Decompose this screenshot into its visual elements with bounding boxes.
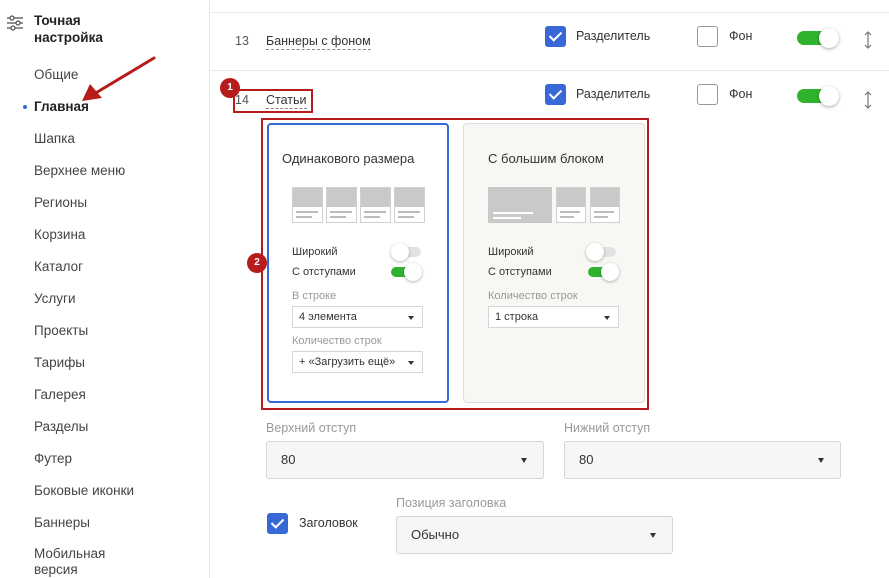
heading-position-select[interactable]: Обычно [396,516,673,554]
per-row-select[interactable]: 4 элемента [292,306,423,328]
padding-toggle[interactable] [588,263,620,281]
layout-card-equal[interactable]: Одинакового размера Широкий С отступами … [267,123,449,403]
chevron-down-icon [408,361,414,365]
divider-checkbox[interactable] [545,26,566,47]
drag-sort-icon[interactable] [863,90,873,110]
per-row-value: 4 элемента [299,311,357,323]
heading-checkbox[interactable] [267,513,288,534]
card-title: С большим блоком [488,151,604,166]
chevron-down-icon [408,316,414,320]
sidebar-header: Точная настройка [6,12,144,46]
annotation-badge: 1 [220,78,240,98]
heading-position-value: Обычно [411,527,460,542]
chevron-down-icon [604,316,610,320]
sidebar-item-cart[interactable]: Корзина [34,226,134,258]
rows-count-value: + «Загрузить ещё» [299,356,396,368]
chevron-down-icon [521,458,527,463]
row-number: 13 [235,34,249,48]
active-indicator-dot [23,105,27,109]
sidebar-item-top-menu[interactable]: Верхнее меню [34,162,134,194]
padding-toggle[interactable] [391,263,423,281]
background-label: Фон [729,87,753,101]
bottom-padding-select[interactable]: 80 [564,441,841,479]
settings-sliders-icon [7,15,23,31]
annotation-badge: 2 [247,253,267,273]
block-row-banners: 13 Баннеры с фоном Разделитель Фон [211,26,889,66]
annotation-box-row [233,89,313,113]
sidebar-item-regions[interactable]: Регионы [34,194,134,226]
bottom-padding-label: Нижний отступ [564,421,651,435]
per-row-label: В строке [292,290,337,302]
rows-count-select[interactable]: + «Загрузить ещё» [292,351,423,373]
block-enable-toggle[interactable] [797,28,839,48]
layout-card-big-block[interactable]: С большим блоком Широкий С отступами Кол… [463,123,645,403]
divider [211,12,889,13]
background-label: Фон [729,29,753,43]
top-padding-select[interactable]: 80 [266,441,544,479]
main-content: 13 Баннеры с фоном Разделитель Фон 14 Ст… [211,0,889,578]
top-padding-label: Верхний отступ [266,421,357,435]
background-checkbox[interactable] [697,84,718,105]
sidebar-item-services[interactable]: Услуги [34,290,134,322]
rows-count-value: 1 строка [495,311,539,323]
sidebar-title: Точная настройка [34,13,103,45]
annotation-arrow [82,56,156,101]
sidebar-item-side-icons[interactable]: Боковые иконки [34,482,134,514]
heading-position-label: Позиция заголовка [396,496,507,510]
card-title: Одинакового размера [282,151,415,166]
divider-label: Разделитель [576,87,651,101]
rows-count-select[interactable]: 1 строка [488,306,619,328]
rows-count-label: Количество строк [488,290,578,302]
sidebar-item-sections[interactable]: Разделы [34,418,134,450]
padding-label: С отступами [488,266,552,278]
sidebar-item-banners[interactable]: Баннеры [34,514,134,546]
layout-preview [292,187,425,223]
wide-label: Широкий [488,246,534,258]
drag-sort-icon[interactable] [863,30,873,50]
chevron-down-icon [650,533,656,538]
rows-count-label: Количество строк [292,335,382,347]
row-name-link[interactable]: Баннеры с фоном [266,33,371,50]
block-enable-toggle[interactable] [797,86,839,106]
bottom-padding-value: 80 [579,452,594,467]
sidebar-item-catalog[interactable]: Каталог [34,258,134,290]
sidebar-item-mobile[interactable]: Мобильная версия [34,546,124,578]
wide-toggle[interactable] [586,243,618,261]
divider-checkbox[interactable] [545,84,566,105]
sidebar-item-gallery[interactable]: Галерея [34,386,134,418]
top-padding-value: 80 [281,452,296,467]
sidebar-item-footer[interactable]: Футер [34,450,134,482]
divider [211,70,889,71]
sidebar-item-header[interactable]: Шапка [34,130,134,162]
layout-preview [488,187,620,223]
divider-label: Разделитель [576,29,651,43]
wide-toggle[interactable] [391,243,423,261]
sidebar-nav: Общие Главная Шапка Верхнее меню Регионы… [23,66,134,578]
background-checkbox[interactable] [697,26,718,47]
chevron-down-icon [818,458,824,463]
heading-label: Заголовок [299,516,358,530]
padding-label: С отступами [292,266,356,278]
sidebar-item-tariffs[interactable]: Тарифы [34,354,134,386]
wide-label: Широкий [292,246,338,258]
sidebar-item-projects[interactable]: Проекты [34,322,134,354]
